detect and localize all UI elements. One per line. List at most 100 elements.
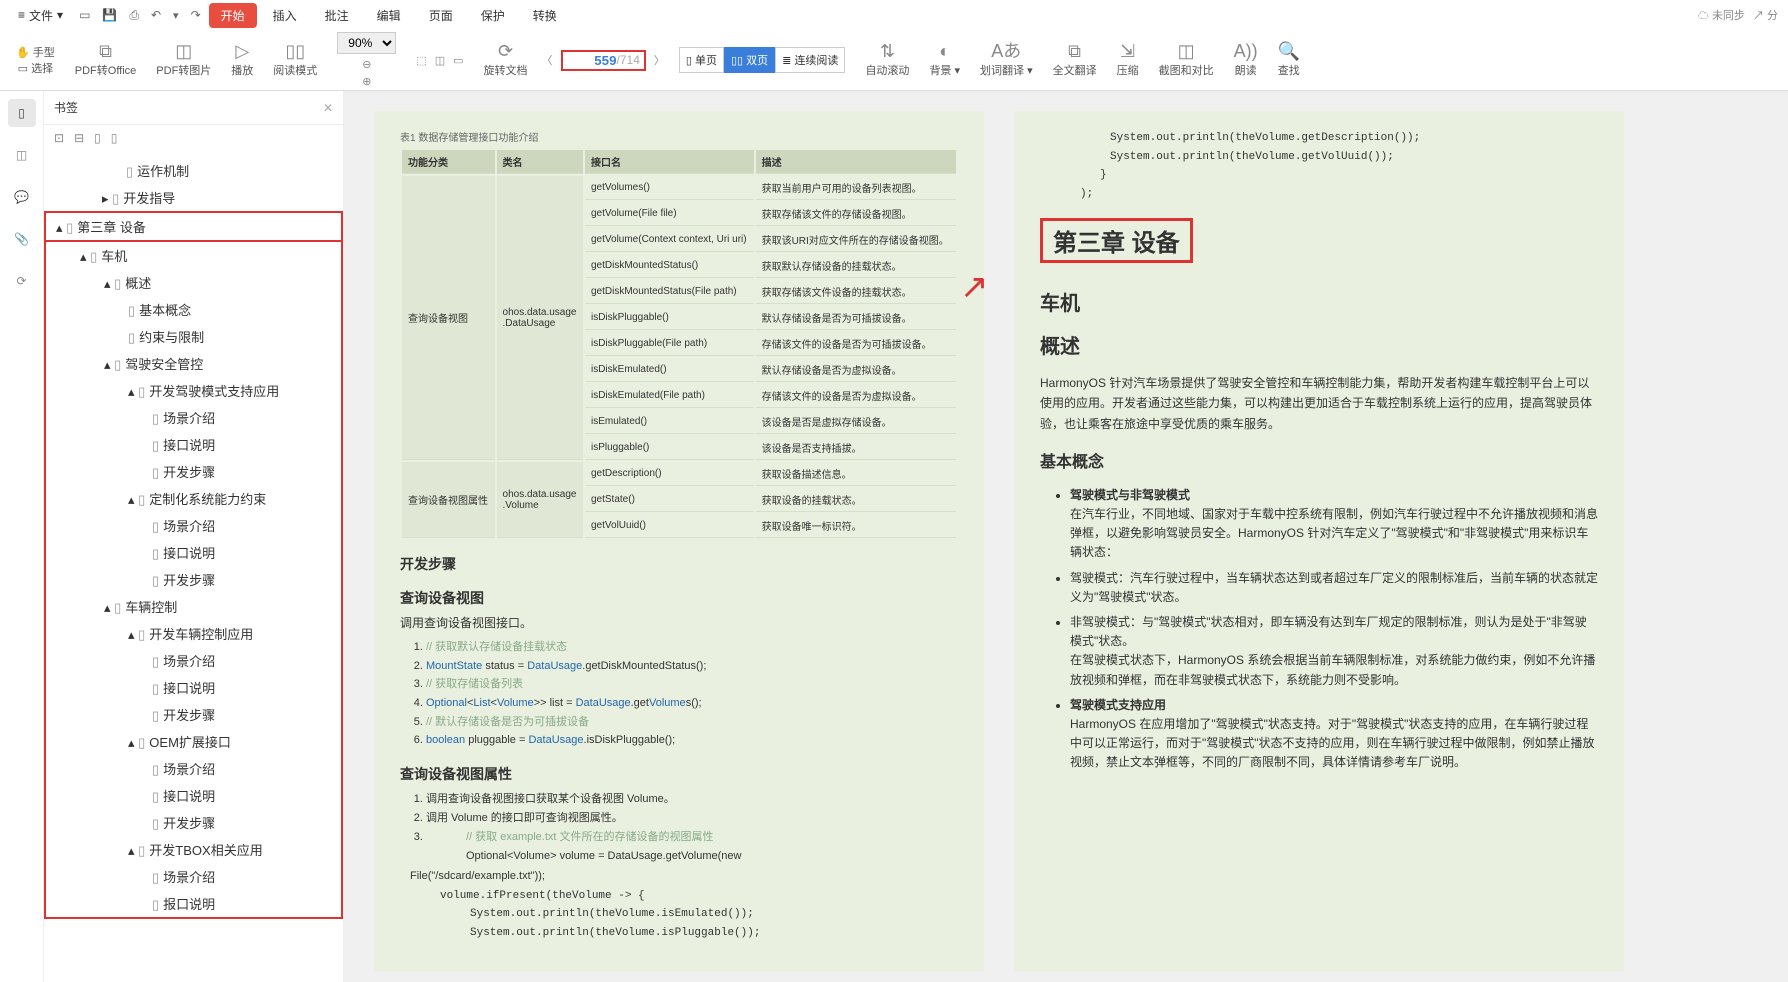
tree-node[interactable]: ▴ ▯开发TBOX相关应用 bbox=[46, 836, 341, 863]
sel-translate-button[interactable]: Aあ划词翻译 ▾ bbox=[974, 32, 1039, 88]
page-icon: ▯ bbox=[138, 843, 145, 858]
rail-bookmark-icon[interactable]: ▯ bbox=[8, 99, 36, 127]
zoom-out-icon[interactable]: ⊖ bbox=[362, 58, 371, 71]
tree-node[interactable]: ▯基本概念 bbox=[46, 296, 341, 323]
view-double[interactable]: ▯▯ 双页 bbox=[724, 47, 775, 73]
view-single[interactable]: ▯ 单页 bbox=[679, 47, 724, 73]
crop-icon: ◫ bbox=[1178, 42, 1195, 60]
sidebar-title: 书签 bbox=[54, 99, 78, 116]
tree-node[interactable]: ▯约束与限制 bbox=[46, 323, 341, 350]
prev-page-icon[interactable]: 〈 bbox=[542, 52, 553, 68]
next-page-icon[interactable]: 〉 bbox=[654, 52, 665, 68]
fit-page-icon[interactable]: ◫ bbox=[435, 54, 445, 67]
tree-node[interactable]: ▯开发步骤 bbox=[46, 566, 341, 593]
del-bookmark-icon[interactable]: ▯ bbox=[111, 131, 118, 145]
redo-icon[interactable]: ↷ bbox=[187, 6, 205, 24]
document-area[interactable]: 表1 数据存储管理接口功能介绍 功能分类类名接口名描述查询设备视图ohos.da… bbox=[344, 91, 1788, 982]
tree-node[interactable]: ▴ ▯车辆控制 bbox=[46, 593, 341, 620]
tree-node[interactable]: ▴ ▯定制化系统能力约束 bbox=[46, 485, 341, 512]
tree-node[interactable]: ▴ ▯开发驾驶模式支持应用 bbox=[46, 377, 341, 404]
chapter-title: 第三章 设备 bbox=[1040, 218, 1193, 263]
tree-node[interactable]: ▴ ▯车机 bbox=[46, 242, 341, 269]
tab-protect[interactable]: 保护 bbox=[469, 3, 517, 28]
tree-node[interactable]: ▴ ▯概述 bbox=[46, 269, 341, 296]
fit-width-icon[interactable]: ⬚ bbox=[416, 54, 426, 67]
open-icon[interactable]: ▭ bbox=[75, 6, 94, 24]
save-icon[interactable]: 💾 bbox=[98, 6, 121, 24]
tree-node[interactable]: ▯开发步骤 bbox=[46, 809, 341, 836]
compress-button[interactable]: ⇲压缩 bbox=[1111, 32, 1145, 88]
select-tool[interactable]: ▭ 选择 bbox=[18, 60, 53, 76]
top-area: ≡ 文件 ▾ ▭ 💾 ⎙ ↶ ▾ ↷ 开始 插入 批注 编辑 页面 保护 转换 … bbox=[0, 0, 1788, 91]
tab-page[interactable]: 页面 bbox=[417, 3, 465, 28]
page-icon: ▯ bbox=[152, 654, 159, 669]
tree-node[interactable]: ▯场景介绍 bbox=[46, 863, 341, 890]
tree-node[interactable]: ▴ ▯开发车辆控制应用 bbox=[46, 620, 341, 647]
rail-more-icon[interactable]: ⟳ bbox=[8, 267, 36, 295]
tree-node[interactable]: ▯场景介绍 bbox=[46, 755, 341, 782]
heading: 概述 bbox=[1040, 330, 1598, 359]
page-icon: ▯ bbox=[66, 220, 73, 235]
share-button[interactable]: ↗ 分 bbox=[1753, 7, 1778, 23]
collapse-all-icon[interactable]: ⊟ bbox=[74, 131, 84, 145]
tab-convert[interactable]: 转换 bbox=[521, 3, 569, 28]
view-continuous[interactable]: ≣ 连续阅读 bbox=[775, 47, 845, 73]
tree-node[interactable]: ▯接口说明 bbox=[46, 782, 341, 809]
expand-all-icon[interactable]: ⊡ bbox=[54, 131, 64, 145]
auto-scroll-button[interactable]: ⇅自动滚动 bbox=[859, 32, 915, 88]
print-icon[interactable]: ⎙ bbox=[125, 6, 143, 25]
heading: 车机 bbox=[1040, 287, 1598, 316]
tab-insert[interactable]: 插入 bbox=[261, 3, 309, 28]
tree-node[interactable]: ▯场景介绍 bbox=[46, 404, 341, 431]
tree-node[interactable]: ▯场景介绍 bbox=[46, 512, 341, 539]
play-icon: ▷ bbox=[235, 42, 249, 60]
page-input[interactable] bbox=[567, 53, 617, 68]
tree-node[interactable]: ▴ ▯驾驶安全管控 bbox=[46, 350, 341, 377]
page-icon: ▯ bbox=[128, 303, 135, 318]
find-button[interactable]: 🔍查找 bbox=[1272, 32, 1306, 88]
tree-node[interactable]: ▯开发步骤 bbox=[46, 458, 341, 485]
file-menu[interactable]: ≡ 文件 ▾ bbox=[10, 3, 71, 28]
sidebar-close-icon[interactable]: ✕ bbox=[323, 101, 333, 115]
tree-node-chapter3[interactable]: ▴ ▯第三章 设备 bbox=[44, 211, 343, 242]
table-caption: 表1 数据存储管理接口功能介绍 bbox=[400, 129, 958, 144]
sync-status[interactable]: ☁ 未同步 bbox=[1698, 7, 1745, 23]
page-icon: ▯ bbox=[114, 357, 121, 372]
tree-node[interactable]: ▯接口说明 bbox=[46, 431, 341, 458]
tree-node[interactable]: ▯运作机制 bbox=[44, 157, 343, 184]
rail-comment-icon[interactable]: 💬 bbox=[8, 183, 36, 211]
tree-node[interactable]: ▯报口说明 bbox=[46, 890, 341, 917]
sidebar-tools: ⊡ ⊟ ▯ ▯ bbox=[44, 125, 343, 151]
undo-icon[interactable]: ↶ bbox=[147, 6, 165, 24]
rotate-button[interactable]: ⟳旋转文档 bbox=[478, 32, 534, 88]
full-translate-button[interactable]: ⧉全文翻译 bbox=[1047, 32, 1103, 88]
add-bookmark-icon[interactable]: ▯ bbox=[94, 131, 101, 145]
rail-thumbnail-icon[interactable]: ◫ bbox=[8, 141, 36, 169]
side-rail: ▯ ◫ 💬 📎 ⟳ bbox=[0, 91, 44, 982]
tree-node[interactable]: ▸ ▯开发指导 bbox=[44, 184, 343, 211]
rail-attachment-icon[interactable]: 📎 bbox=[8, 225, 36, 253]
undo-more[interactable]: ▾ bbox=[169, 7, 183, 24]
code-block: // 获取默认存储设备挂载状态MountState status = DataU… bbox=[400, 638, 958, 750]
tree-node[interactable]: ▯接口说明 bbox=[46, 539, 341, 566]
tree-node[interactable]: ▴ ▯OEM扩展接口 bbox=[46, 728, 341, 755]
translate-icon: Aあ bbox=[991, 42, 1021, 60]
image-icon: ◫ bbox=[175, 42, 192, 60]
tab-edit[interactable]: 编辑 bbox=[365, 3, 413, 28]
actual-size-icon[interactable]: ▭ bbox=[453, 54, 463, 67]
pdf-to-office[interactable]: ⧉PDF转Office bbox=[69, 32, 143, 88]
play-button[interactable]: ▷播放 bbox=[225, 32, 259, 88]
zoom-in-icon[interactable]: ⊕ bbox=[362, 75, 371, 88]
tree-node[interactable]: ▯场景介绍 bbox=[46, 647, 341, 674]
hand-tool[interactable]: ✋ 手型 bbox=[16, 44, 55, 60]
tab-start[interactable]: 开始 bbox=[209, 3, 257, 28]
pdf-to-image[interactable]: ◫PDF转图片 bbox=[150, 32, 217, 88]
read-mode-button[interactable]: ▯▯阅读模式 bbox=[267, 32, 323, 88]
crop-compare-button[interactable]: ◫截图和对比 bbox=[1153, 32, 1220, 88]
tree-node[interactable]: ▯接口说明 bbox=[46, 674, 341, 701]
tab-annotate[interactable]: 批注 bbox=[313, 3, 361, 28]
read-aloud-button[interactable]: A))朗读 bbox=[1228, 32, 1264, 88]
tree-node[interactable]: ▯开发步骤 bbox=[46, 701, 341, 728]
bg-button[interactable]: ◐背景 ▾ bbox=[923, 32, 966, 88]
zoom-select[interactable]: 90% bbox=[337, 32, 396, 54]
